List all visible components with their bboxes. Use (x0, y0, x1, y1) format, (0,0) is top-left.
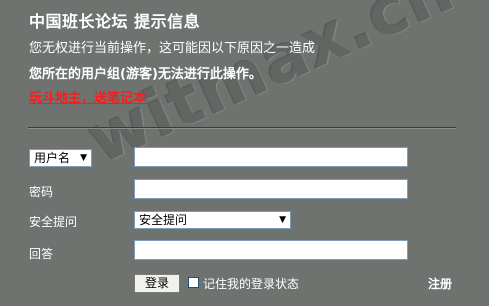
promo-link[interactable]: 玩斗地主，送笔记本 (29, 87, 146, 106)
permission-message: 您所在的用户组(游客)无法进行此操作。 (29, 67, 262, 82)
username-type-select[interactable]: 用户名 ▼ (29, 149, 92, 167)
reason-text: 您无权进行当前操作，这可能因以下原因之一造成 (29, 41, 316, 56)
remember-me-label: 记住我的登录状态 (203, 277, 300, 291)
security-question-select-value: 安全提问 (139, 213, 188, 227)
username-input[interactable] (134, 147, 408, 167)
password-label: 密码 (29, 185, 54, 199)
forum-message-page: witmax.cn 中国班长论坛 提示信息 您无权进行当前操作，这可能因以下原因… (0, 0, 489, 306)
chevron-down-icon: ▼ (80, 153, 87, 163)
login-button[interactable]: 登录 (134, 274, 180, 293)
answer-label: 回答 (29, 247, 54, 261)
security-question-label: 安全提问 (29, 215, 78, 229)
username-type-select-value: 用户名 (34, 151, 71, 165)
remember-me-checkbox[interactable] (188, 277, 199, 288)
password-input[interactable] (134, 179, 408, 199)
divider (28, 127, 456, 129)
security-question-select[interactable]: 安全提问 ▼ (134, 211, 291, 229)
register-link[interactable]: 注册 (428, 275, 452, 292)
chevron-down-icon: ▼ (279, 215, 286, 225)
page-title: 中国班长论坛 提示信息 (29, 12, 201, 31)
answer-input[interactable] (134, 240, 408, 260)
